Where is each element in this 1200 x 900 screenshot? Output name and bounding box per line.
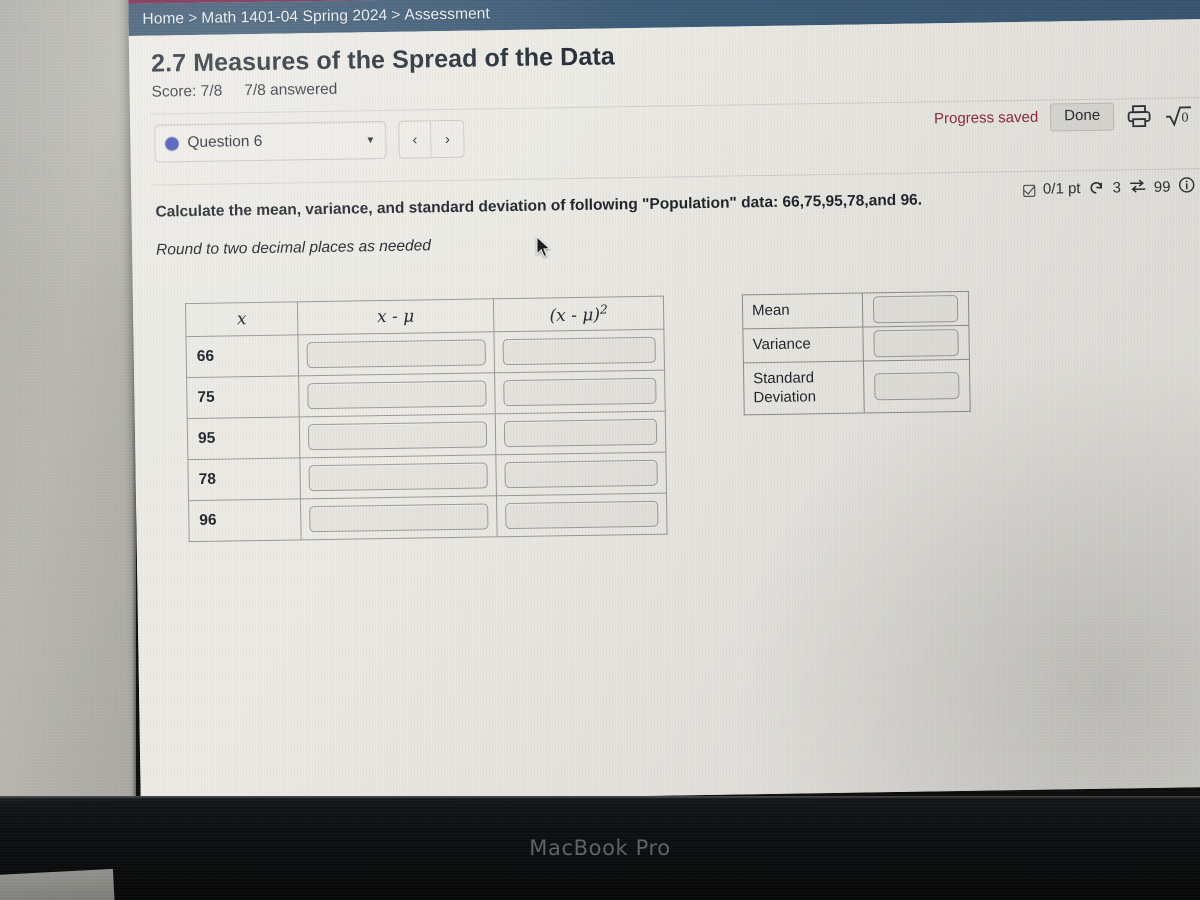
summary-label-mean: Mean [742,293,863,330]
retries-count: 99 [1153,178,1171,196]
breadcrumb-separator-1: > [188,9,198,28]
assessment-actions: Progress saved Done 0 [934,101,1200,133]
summary-label-standard-deviation: Standard Deviation [743,360,865,416]
question-status-dot [165,136,179,150]
undo-icon[interactable] [1088,178,1104,198]
x-value-cell: 78 [187,458,301,502]
question-prompt: Calculate the mean, variance, and standa… [155,191,923,221]
column-header-x: x [185,302,298,338]
deviation-input-1[interactable] [307,380,487,410]
laptop-deck-corner [0,868,115,900]
browser-screen: Home > Math 1401-04 Spring 2024 > Assessment… [128,0,1200,804]
laptop-bezel: MacBook Pro [0,796,1200,900]
chevron-down-icon: ▼ [365,134,376,146]
squared-input-1[interactable] [503,378,657,407]
standard-deviation-input[interactable] [874,372,960,401]
squared-input-3[interactable] [504,460,658,489]
assessment-page: 2.7 Measures of the Spread of the Data S… [128,18,1200,804]
summary-input-cell[interactable] [863,359,971,414]
squared-input-cell[interactable] [493,329,665,374]
squared-input-cell[interactable] [494,370,666,415]
squared-input-0[interactable] [502,337,656,366]
summary-input-cell[interactable] [862,291,969,328]
points-label: 0/1 pt [1042,180,1081,198]
deviation-input-cell[interactable] [297,332,495,377]
x-value-cell: 96 [188,499,302,543]
table-row: Variance [742,325,970,363]
deviation-input-cell[interactable] [300,496,498,541]
deviation-input-cell[interactable] [299,414,496,459]
question-meta: 0/1 pt 3 99 [1022,176,1200,200]
checkbox-icon [1022,184,1036,197]
squared-base: (x - μ) [549,305,601,327]
column-header-x-minus-mu: x - μ [297,299,494,336]
summary-table: Mean Variance Standard Deviation [741,291,971,416]
answer-area: x x - μ (x - μ)2 66 75 95 78 96 Mean Var… [184,288,1200,543]
breadcrumb-item-home[interactable]: Home [142,10,184,28]
breadcrumb-separator-2: > [391,6,401,24]
question-select-label: Question 6 [187,132,263,152]
score-label: Score: 7/8 [151,82,223,101]
squared-input-cell[interactable] [496,493,668,538]
breadcrumb-item-course[interactable]: Math 1401-04 Spring 2024 [201,7,387,27]
info-icon[interactable] [1178,176,1195,197]
deviation-input-0[interactable] [306,339,486,369]
deviation-input-cell[interactable] [299,455,497,500]
table-row: Mean [742,291,969,330]
table-row: Standard Deviation [743,359,971,416]
deviation-input-3[interactable] [308,462,488,492]
squared-input-2[interactable] [503,419,658,448]
deviation-table: x x - μ (x - μ)2 66 75 95 78 96 [184,296,668,543]
column-header-x-minus-mu-squared: (x - μ)2 [493,296,664,333]
retry-icon[interactable] [1129,178,1146,198]
x-value-cell: 75 [186,376,300,420]
x-value-cell: 66 [185,335,299,379]
squared-input-cell[interactable] [495,452,667,497]
x-value-cell: 95 [187,417,300,461]
variance-input[interactable] [873,329,959,358]
summary-input-cell[interactable] [862,325,970,361]
mouse-cursor-icon [536,235,552,265]
progress-saved-status: Progress saved [933,108,1039,128]
svg-text:0: 0 [1181,110,1189,124]
desk-background-left [0,0,136,802]
deviation-input-4[interactable] [309,503,489,533]
summary-label-variance: Variance [742,327,864,363]
table-row: 96 [188,493,668,543]
summary-table-body: Mean Variance Standard Deviation [742,291,971,416]
answered-label: 7/8 answered [244,80,338,100]
squared-input-cell[interactable] [495,411,666,456]
deviation-input-2[interactable] [307,421,488,451]
prev-next-buttons: ‹ › [398,119,465,159]
breadcrumb-item-assessment[interactable]: Assessment [404,5,490,23]
question-select[interactable]: Question 6 ▼ [154,120,387,163]
prev-question-button[interactable]: ‹ [398,120,432,159]
device-brand-label: MacBook Pro [529,836,671,860]
photo-of-laptop-screen: Home > Math 1401-04 Spring 2024 > Assessment… [0,0,1200,900]
squared-input-4[interactable] [505,501,659,530]
question-note: Round to two decimal places as needed [155,237,432,260]
attempts-count: 3 [1112,179,1121,197]
breadcrumb: Home > Math 1401-04 Spring 2024 > Assessment [142,5,490,28]
print-icon[interactable] [1126,104,1152,128]
mean-input[interactable] [872,295,959,324]
done-button[interactable]: Done [1050,102,1115,132]
deviation-table-body: 66 75 95 78 96 [185,329,668,543]
question-body: Calculate the mean, variance, and standa… [131,169,1200,544]
squared-exponent: 2 [599,302,608,317]
square-root-icon[interactable]: 0 [1164,103,1192,127]
next-question-button[interactable]: › [431,119,465,159]
deviation-input-cell[interactable] [298,373,496,418]
